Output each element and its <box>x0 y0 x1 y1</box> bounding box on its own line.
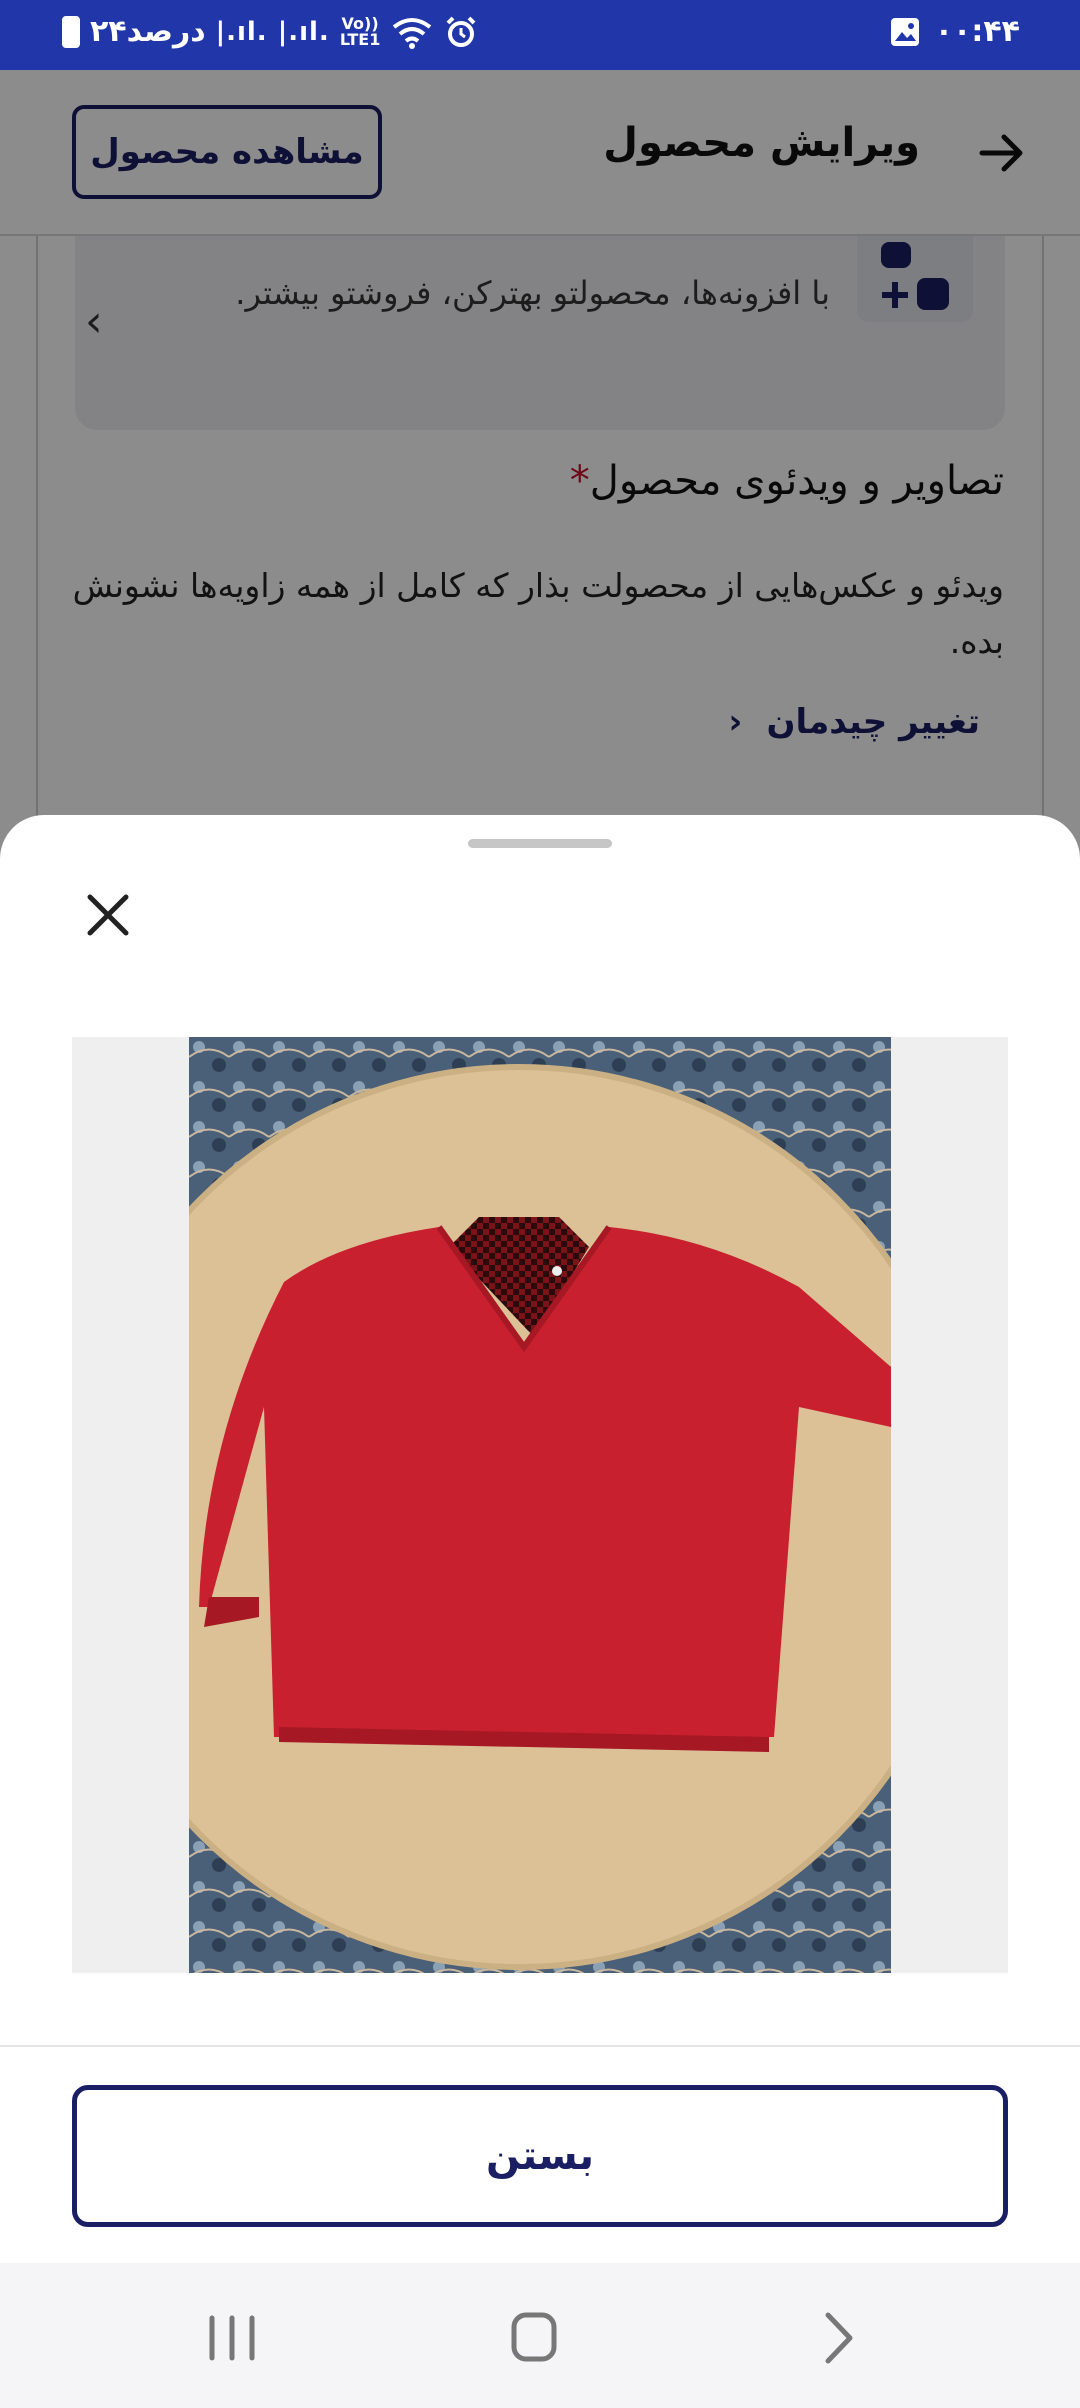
back-icon[interactable] <box>798 2303 878 2373</box>
product-photo <box>189 1037 891 1973</box>
status-right: ۰۰:۴۴ <box>889 14 1020 49</box>
wifi-icon <box>393 17 432 49</box>
network-line-2: LTE1 <box>339 29 381 49</box>
signal-icon: |.ıl. |.ıl. <box>215 16 330 47</box>
recents-icon[interactable] <box>192 2303 272 2373</box>
clock: ۰۰:۴۴ <box>934 14 1020 49</box>
close-button[interactable]: بستن <box>72 2085 1008 2227</box>
gallery-icon <box>890 17 919 46</box>
drag-handle[interactable] <box>468 839 612 848</box>
media-preview-sheet: بستن <box>0 815 1080 2408</box>
sheet-divider <box>0 2045 1080 2047</box>
close-icon[interactable] <box>80 887 136 943</box>
image-frame <box>72 1037 1008 1973</box>
status-left: ۲۴درصد |.ıl. |.ıl. Vo)) LTE1 <box>62 14 478 49</box>
alarm-icon <box>446 16 476 47</box>
battery-text: ۲۴درصد <box>90 14 206 49</box>
system-nav-bar <box>0 2263 1080 2408</box>
network-indicator: Vo)) LTE1 <box>339 15 381 49</box>
home-icon[interactable] <box>494 2303 574 2373</box>
status-bar: ۲۴درصد |.ıl. |.ıl. Vo)) LTE1 ۰۰:۴۴ <box>0 0 1080 70</box>
battery-icon <box>62 15 80 48</box>
